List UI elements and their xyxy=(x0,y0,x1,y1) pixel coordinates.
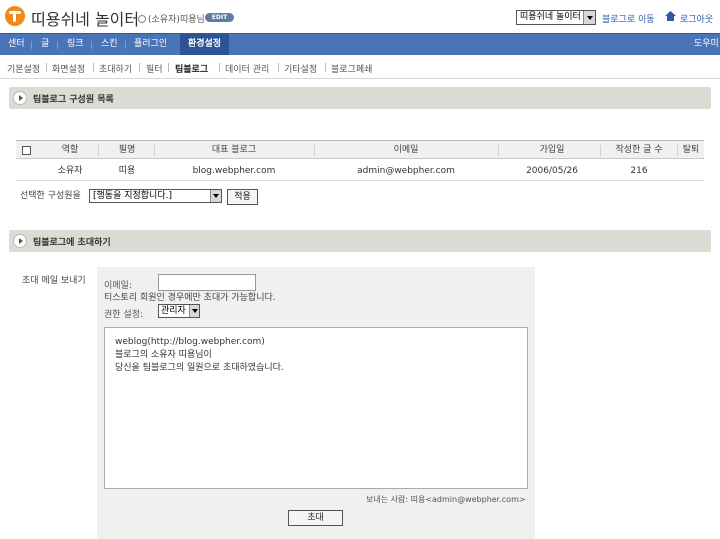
column-divider xyxy=(498,145,499,156)
column-divider xyxy=(314,145,315,156)
column-blog: 대표 블로그 xyxy=(211,145,257,155)
column-post-count: 작성한 글 수 xyxy=(615,145,663,155)
subnav-divider xyxy=(278,63,279,72)
apply-button[interactable]: 적용 xyxy=(227,189,258,205)
tab-data-management[interactable]: 데이터 관리 xyxy=(225,62,269,75)
nav-divider xyxy=(125,41,126,49)
nav-divider xyxy=(91,41,92,49)
message-line: 블로그의 소유자 띠용님이 xyxy=(115,350,212,360)
cell-post-count: 216 xyxy=(630,166,648,176)
subnav-divider xyxy=(325,63,326,72)
sub-nav: 기본설정 화면설정 초대하기 필터 팀블로그 데이터 관리 기타설정 블로그폐쇄 xyxy=(0,55,720,79)
chevron-down-icon xyxy=(583,11,595,24)
subnav-divider xyxy=(219,63,220,72)
column-email: 이메일 xyxy=(393,145,419,155)
chevron-down-icon xyxy=(189,305,199,317)
edit-profile-button[interactable]: EDIT xyxy=(205,13,234,22)
section-title: 팀블로그에 초대하기 xyxy=(33,238,111,248)
logout-link[interactable]: 로그아웃 xyxy=(680,12,713,25)
member-action-value: [행동을 지정합니다.] xyxy=(93,191,172,201)
cell-blog[interactable]: blog.webpher.com xyxy=(156,160,312,181)
nav-help[interactable]: 도우미 xyxy=(694,34,719,55)
invite-message-textarea[interactable]: weblog(http://blog.webpher.com) 블로그의 소유자… xyxy=(104,327,528,489)
column-nickname: 필명 xyxy=(118,145,136,155)
cell-joined: 2006/05/26 xyxy=(526,166,578,176)
blog-select[interactable]: 띠용쉬네 놀이터 xyxy=(516,10,596,25)
arrow-bullet-icon xyxy=(13,234,27,248)
tab-close-blog[interactable]: 블로그폐쇄 xyxy=(331,62,372,75)
nav-center[interactable]: 센터 xyxy=(8,34,25,55)
tab-display-settings[interactable]: 화면설정 xyxy=(52,62,85,75)
column-divider xyxy=(154,145,155,156)
nav-plugins[interactable]: 플러그인 xyxy=(134,34,167,55)
blog-select-value: 띠용쉬네 놀이터 xyxy=(520,12,581,22)
permission-label: 권한 설정: xyxy=(104,310,144,320)
email-field[interactable] xyxy=(158,274,256,291)
send-invite-label: 초대 메일 보내기 xyxy=(22,276,86,286)
column-divider xyxy=(600,145,601,156)
invite-note: 티스토리 회원인 경우에만 초대가 가능합니다. xyxy=(104,293,276,303)
cell-email[interactable]: admin@webpher.com xyxy=(316,160,496,181)
invite-button[interactable]: 초대 xyxy=(288,510,343,526)
nav-links[interactable]: 링크 xyxy=(67,34,84,55)
message-line: weblog(http://blog.webpher.com) xyxy=(115,337,265,347)
table-row: 소유자 띠용 blog.webpher.com admin@webpher.co… xyxy=(16,160,704,181)
invite-section-header: 팀블로그에 초대하기 xyxy=(9,230,711,252)
cell-withdraw xyxy=(678,160,704,181)
tab-basic-settings[interactable]: 기본설정 xyxy=(7,62,40,75)
column-divider xyxy=(98,145,99,156)
chevron-down-icon xyxy=(210,190,221,202)
member-action-select[interactable]: [행동을 지정합니다.] xyxy=(89,189,222,203)
top-header: 띠용쉬네 놀이터 (소유자) 띠용님 EDIT 띠용쉬네 놀이터 블로그로 이동… xyxy=(0,0,720,33)
subnav-divider xyxy=(168,63,169,72)
permission-select[interactable]: 관리자 xyxy=(158,304,200,318)
owner-role-label: (소유자) xyxy=(148,15,180,25)
main-nav: 센터 글 링크 스킨 플러그인 환경설정 도우미 xyxy=(0,33,720,55)
subnav-divider xyxy=(93,63,94,72)
select-all-checkbox[interactable] xyxy=(22,146,31,155)
goto-blog-link[interactable]: 블로그로 이동 xyxy=(602,12,655,25)
permission-value: 관리자 xyxy=(161,306,186,316)
nav-settings[interactable]: 환경설정 xyxy=(180,34,229,55)
nav-posts[interactable]: 글 xyxy=(41,34,49,55)
subnav-divider xyxy=(46,63,47,72)
nav-divider xyxy=(57,41,58,49)
members-section-header: 팀블로그 구성원 목록 xyxy=(9,87,711,109)
section-title: 팀블로그 구성원 목록 xyxy=(33,95,114,105)
home-icon xyxy=(665,11,676,21)
username: 띠용님 xyxy=(180,15,205,25)
subnav-divider xyxy=(139,63,140,72)
tab-team-blog[interactable]: 팀블로그 xyxy=(175,62,208,75)
cell-role: 소유자 xyxy=(57,166,83,176)
column-role: 역할 xyxy=(61,145,79,155)
tab-filter[interactable]: 필터 xyxy=(146,62,163,75)
blog-title[interactable]: 띠용쉬네 놀이터 xyxy=(31,6,139,30)
column-withdraw: 탈퇴 xyxy=(682,145,700,155)
table-header: 역할 필명 대표 블로그 이메일 가입일 작성한 글 수 탈퇴 xyxy=(16,140,704,159)
cell-nickname: 띠용 xyxy=(118,166,136,176)
nav-divider xyxy=(31,41,32,49)
owner-role: (소유자) xyxy=(138,12,180,25)
nav-skin[interactable]: 스킨 xyxy=(101,34,118,55)
sender-info: 보내는 사람: 띠용<admin@webpher.com> xyxy=(366,495,526,504)
bulk-action-label: 선택한 구성원을 xyxy=(20,191,81,201)
person-icon xyxy=(138,15,146,23)
tab-invite[interactable]: 초대하기 xyxy=(99,62,132,75)
tab-other-settings[interactable]: 기타설정 xyxy=(284,62,317,75)
arrow-bullet-icon xyxy=(13,91,27,105)
tistory-logo-icon[interactable] xyxy=(5,6,25,26)
message-line: 당신을 팀블로그의 일원으로 초대하였습니다. xyxy=(115,363,284,373)
column-joined: 가입일 xyxy=(539,145,565,155)
